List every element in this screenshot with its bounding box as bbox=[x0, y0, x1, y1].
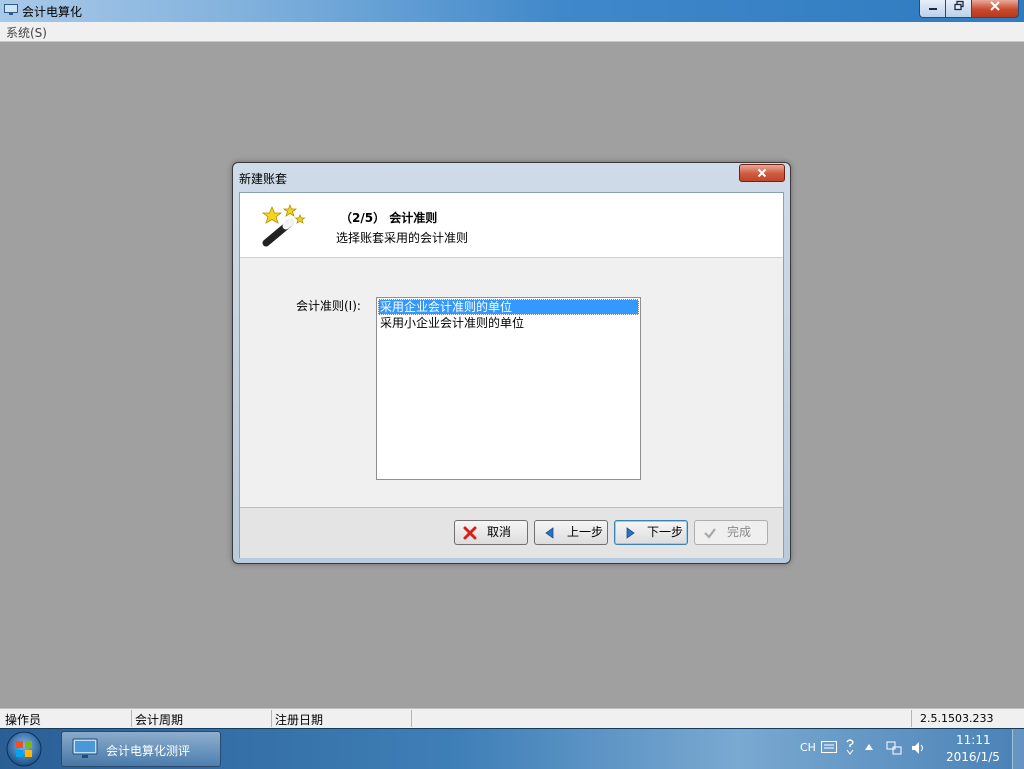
cancel-label: 取消 bbox=[487, 525, 512, 539]
app-monitor-icon bbox=[4, 4, 18, 15]
windows-start-icon[interactable] bbox=[4, 730, 44, 768]
chevron-up-icon[interactable] bbox=[865, 744, 873, 750]
list-item[interactable]: 采用小企业会计准则的单位 bbox=[378, 315, 639, 331]
volume-icon[interactable] bbox=[911, 741, 927, 755]
next-button[interactable]: 下一步 bbox=[614, 520, 688, 545]
help-icon[interactable] bbox=[845, 737, 855, 757]
clock-time[interactable]: 11:11 bbox=[956, 733, 991, 747]
menu-bar: 系统(S) bbox=[0, 22, 1024, 42]
network-icon[interactable] bbox=[886, 741, 902, 755]
ime-indicator[interactable]: CH bbox=[800, 741, 816, 754]
minimize-icon bbox=[928, 8, 937, 10]
status-period: 会计周期 bbox=[135, 713, 184, 727]
arrow-left-icon bbox=[545, 527, 554, 539]
status-divider bbox=[131, 710, 132, 727]
status-bar: 操作员 会计周期 注册日期 2.5.1503.233 bbox=[0, 708, 1024, 728]
finish-button[interactable]: 完成 bbox=[694, 520, 768, 545]
step-title: （2/5） 会计准则 bbox=[340, 211, 438, 225]
dialog-body: （2/5） 会计准则 选择账套采用的会计准则 会计准则(I): 采用企业会计准则… bbox=[239, 192, 784, 558]
status-divider bbox=[911, 710, 912, 727]
arrow-right-icon bbox=[626, 527, 635, 539]
restore-icon bbox=[953, 0, 964, 11]
red-x-icon bbox=[463, 526, 477, 540]
minimize-button[interactable] bbox=[919, 0, 946, 18]
prev-label: 上一步 bbox=[567, 525, 604, 539]
show-desktop-button[interactable] bbox=[1012, 729, 1024, 769]
prev-button[interactable]: 上一步 bbox=[534, 520, 608, 545]
window-close-button[interactable] bbox=[971, 0, 1019, 18]
status-divider bbox=[271, 710, 272, 727]
keyboard-icon[interactable] bbox=[821, 741, 837, 753]
cancel-button[interactable]: 取消 bbox=[454, 520, 528, 545]
magic-wand-icon bbox=[261, 203, 306, 247]
status-operator: 操作员 bbox=[5, 713, 42, 727]
dialog-close-button[interactable] bbox=[739, 164, 785, 182]
accounting-standard-label: 会计准则(I): bbox=[296, 299, 361, 313]
taskbar: 会计电算化测评 CH 11:11 2016/1/5 bbox=[0, 728, 1024, 769]
wizard-header: （2/5） 会计准则 选择账套采用的会计准则 bbox=[240, 193, 783, 258]
finish-label: 完成 bbox=[727, 525, 752, 539]
close-icon bbox=[757, 168, 767, 178]
step-subtitle: 选择账套采用的会计准则 bbox=[336, 231, 469, 245]
restore-button[interactable] bbox=[945, 0, 972, 18]
taskbar-app-label: 会计电算化测评 bbox=[106, 744, 191, 758]
app-title-bar[interactable]: 会计电算化 bbox=[0, 0, 1024, 22]
next-label: 下一步 bbox=[647, 525, 684, 539]
menu-system[interactable]: 系统(S) bbox=[6, 24, 47, 41]
close-icon bbox=[990, 1, 1000, 11]
new-account-dialog: 新建账套 （2/5） 会计准则 选择账套采用的会计准则 会计准则(I): 采用企… bbox=[232, 162, 791, 564]
list-item[interactable]: 采用企业会计准则的单位 bbox=[378, 299, 639, 315]
status-reg-date: 注册日期 bbox=[275, 713, 324, 727]
wizard-button-bar: 取消 上一步 下一步 完成 bbox=[240, 507, 783, 558]
taskbar-app-button[interactable]: 会计电算化测评 bbox=[61, 731, 221, 767]
status-divider bbox=[411, 710, 412, 727]
clock-date[interactable]: 2016/1/5 bbox=[946, 750, 1000, 764]
app-title: 会计电算化 bbox=[22, 5, 83, 19]
dialog-title: 新建账套 bbox=[239, 172, 288, 186]
monitor-icon bbox=[72, 738, 98, 758]
checkmark-icon bbox=[704, 528, 716, 539]
accounting-standard-listbox[interactable]: 采用企业会计准则的单位 采用小企业会计准则的单位 bbox=[376, 297, 641, 480]
status-version: 2.5.1503.233 bbox=[920, 712, 994, 725]
